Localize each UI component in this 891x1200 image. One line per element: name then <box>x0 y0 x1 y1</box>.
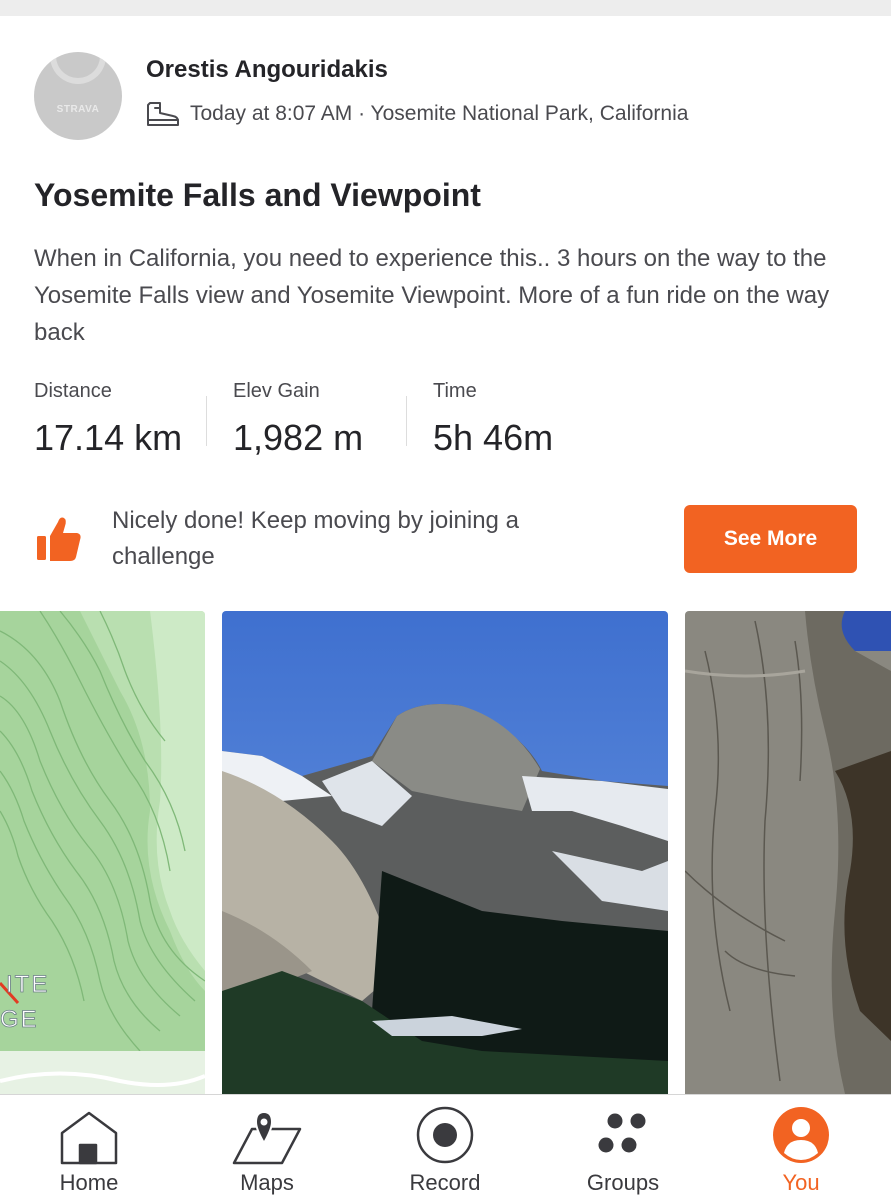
avatar-brand-text: STRAVA <box>56 104 100 115</box>
tab-you-label: You <box>782 1170 820 1195</box>
stat-time-label: Time <box>433 380 477 402</box>
stat-time-value: 5h 46m <box>433 417 554 458</box>
tab-home[interactable]: Home <box>14 1095 164 1200</box>
hiking-boot-icon <box>147 102 179 126</box>
stat-divider <box>206 396 207 446</box>
activity-description: When in California, you need to experien… <box>34 245 830 346</box>
home-icon <box>60 1111 118 1165</box>
stat-elev-gain-label: Elev Gain <box>233 380 320 402</box>
top-status-strip <box>0 0 891 16</box>
map-label-line2: GE <box>0 1006 39 1033</box>
route-map-thumbnail[interactable]: ITE GE <box>0 611 205 1094</box>
athlete-name[interactable]: Orestis Angouridakis <box>146 56 388 84</box>
record-icon <box>416 1106 474 1164</box>
half-dome-photo[interactable] <box>222 611 668 1094</box>
see-more-button[interactable]: See More <box>684 505 857 573</box>
stat-distance: Distance 17.14 km <box>34 380 182 459</box>
tab-record[interactable]: Record <box>370 1095 520 1200</box>
tab-maps-label: Maps <box>240 1170 294 1195</box>
bottom-tab-bar: Home Maps Record Groups You <box>0 1094 891 1200</box>
activity-title[interactable]: Yosemite Falls and Viewpoint <box>34 177 481 214</box>
map-label-line1: ITE <box>6 971 49 998</box>
avatar-collar-shape <box>50 52 106 84</box>
tab-home-label: Home <box>59 1170 119 1195</box>
route-map-image: ITE GE <box>0 611 205 1094</box>
stat-distance-label: Distance <box>34 380 112 402</box>
athlete-avatar[interactable]: STRAVA <box>34 52 122 140</box>
tab-groups[interactable]: Groups <box>548 1095 698 1200</box>
tab-maps[interactable]: Maps <box>192 1095 342 1200</box>
thumbs-up-icon <box>37 517 81 561</box>
challenge-prompt-text: Nicely done! Keep moving by joining a ch… <box>112 507 519 570</box>
tab-you[interactable]: You <box>726 1095 876 1200</box>
tab-record-label: Record <box>409 1170 481 1195</box>
stat-elev-gain-value: 1,982 m <box>233 417 364 458</box>
half-dome-image <box>222 611 668 1094</box>
activity-meta: Today at 8:07 AM · Yosemite National Par… <box>146 100 688 128</box>
stat-elev-gain: Elev Gain 1,982 m <box>233 380 363 459</box>
granite-wall-image <box>685 611 891 1094</box>
activity-meta-text: Today at 8:07 AM · Yosemite National Par… <box>190 102 689 125</box>
granite-wall-photo[interactable] <box>685 611 891 1094</box>
stat-divider <box>406 396 407 446</box>
groups-icon <box>598 1113 646 1153</box>
profile-icon <box>773 1107 829 1163</box>
stat-time: Time 5h 46m <box>433 380 553 459</box>
tab-groups-label: Groups <box>586 1170 660 1195</box>
stat-distance-value: 17.14 km <box>34 417 183 458</box>
map-pin-icon <box>232 1111 302 1165</box>
